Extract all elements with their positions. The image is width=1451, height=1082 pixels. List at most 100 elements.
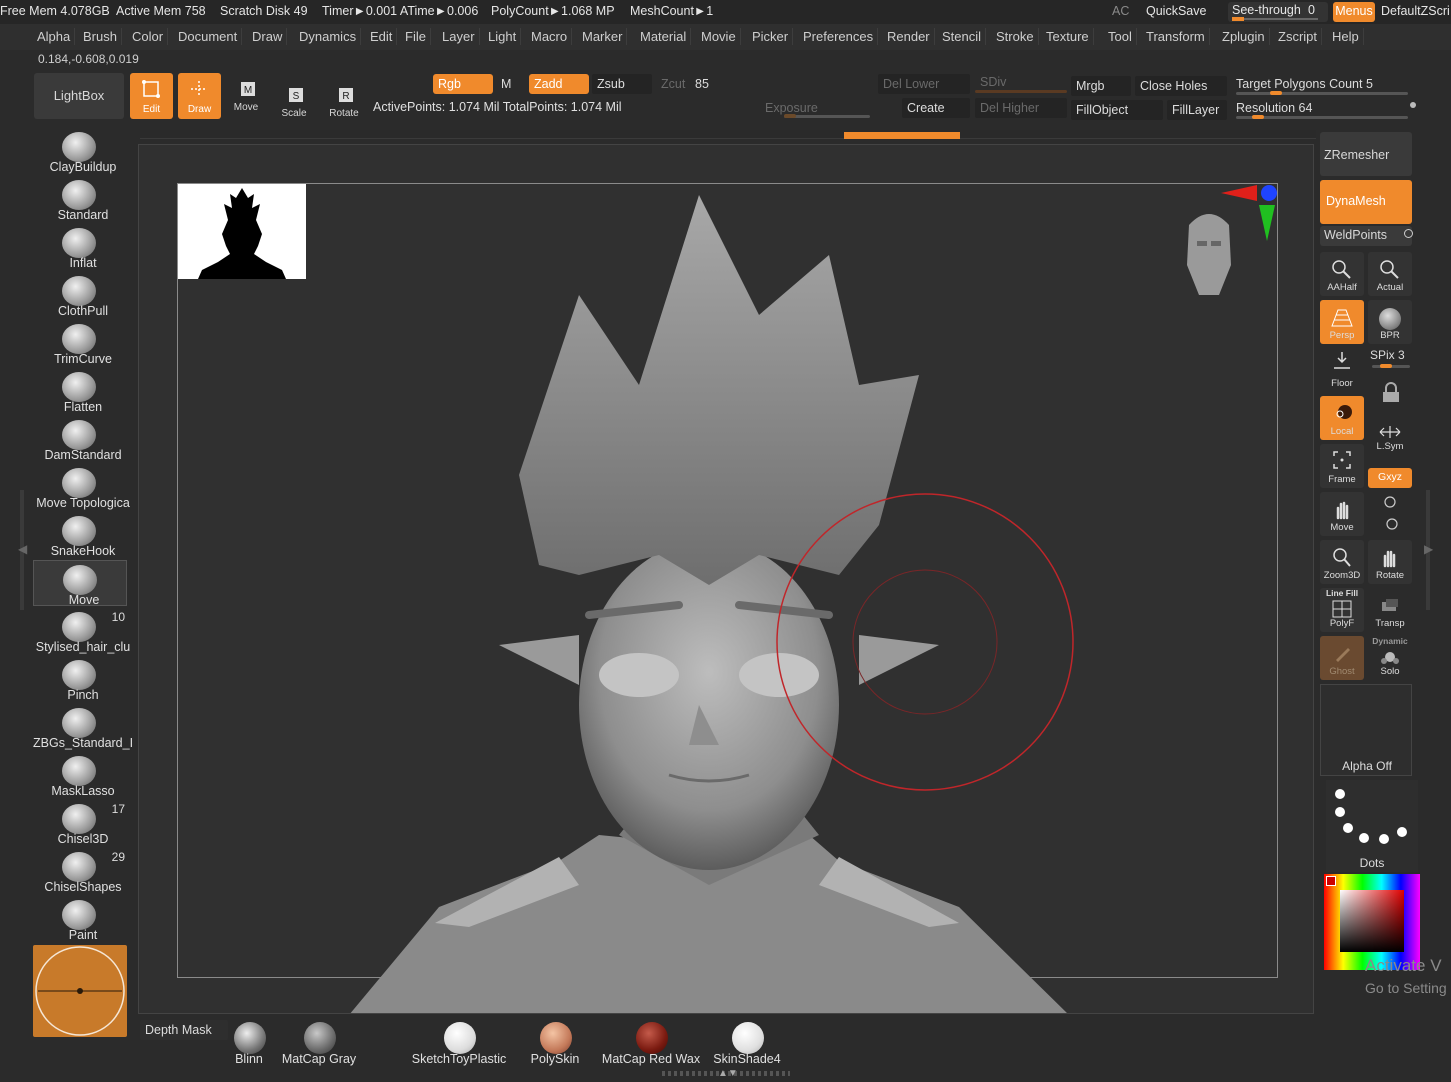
stroke-slot[interactable]: Dots <box>1326 780 1418 872</box>
brush-claybuildup[interactable]: ClayBuildup <box>33 128 127 174</box>
del-lower-button[interactable]: Del Lower <box>878 74 970 94</box>
zsub-button[interactable]: Zsub <box>592 74 652 94</box>
canvas-scroll-thumb[interactable] <box>844 132 960 139</box>
mrgb-button[interactable]: Mrgb <box>1071 76 1131 96</box>
brush-paint[interactable]: Paint <box>33 896 127 942</box>
rotate-view-button[interactable]: Rotate <box>1368 540 1412 584</box>
floor-button[interactable]: Floor <box>1320 348 1364 392</box>
del-higher-button[interactable]: Del Higher <box>975 98 1067 118</box>
menu-zscript[interactable]: Zscript <box>1274 28 1322 45</box>
menus-button[interactable]: Menus <box>1333 2 1375 22</box>
brush-move[interactable]: Move <box>33 560 127 607</box>
menu-macro[interactable]: Macro <box>527 28 573 45</box>
axis-gizmo-icon[interactable] <box>1219 181 1283 243</box>
menu-render[interactable]: Render <box>883 28 935 45</box>
xyz-button[interactable]: Gxyz <box>1368 468 1412 488</box>
ghost-button[interactable]: Ghost <box>1320 636 1364 680</box>
brush-pinch[interactable]: Pinch <box>33 656 127 702</box>
weldpoints-button[interactable]: WeldPoints <box>1320 226 1412 246</box>
brush-trimcurve[interactable]: TrimCurve <box>33 320 127 366</box>
see-through-knob[interactable] <box>1232 17 1244 21</box>
menu-file[interactable]: File <box>401 28 431 45</box>
viewport-canvas[interactable] <box>138 144 1314 1014</box>
color-swatch[interactable] <box>1326 876 1336 886</box>
persp-button[interactable]: Persp <box>1320 300 1364 344</box>
menu-alpha[interactable]: Alpha <box>33 28 76 45</box>
menu-brush[interactable]: Brush <box>79 28 122 45</box>
brush-standard[interactable]: Standard <box>33 176 127 222</box>
stroke-preview[interactable] <box>33 945 127 1037</box>
menu-tool[interactable]: Tool <box>1104 28 1137 45</box>
lock-camera-button[interactable] <box>1368 372 1412 416</box>
brush-flatten[interactable]: Flatten <box>33 368 127 414</box>
canvas-top-scroll[interactable] <box>140 130 1316 139</box>
brush-chiselshapes[interactable]: ChiselShapes 29 <box>33 848 127 894</box>
brush-move-topologica[interactable]: Move Topologica <box>33 464 130 510</box>
move-view-button[interactable]: Move <box>1320 492 1364 536</box>
target-polygons-slider[interactable]: Target Polygons Count 5 <box>1231 74 1411 94</box>
solo-button[interactable]: Dynamic Solo <box>1368 636 1412 680</box>
fill-object-button[interactable]: FillObject <box>1071 100 1163 120</box>
m-button[interactable]: M <box>496 74 524 94</box>
menu-color[interactable]: Color <box>128 28 169 45</box>
zoom3d-button[interactable]: Zoom3D <box>1320 540 1364 584</box>
zcut-button[interactable]: Zcut <box>656 74 692 94</box>
menu-light[interactable]: Light <box>484 28 522 45</box>
zremesher-button[interactable]: ZRemesher <box>1320 132 1412 176</box>
menu-zplugin[interactable]: Zplugin <box>1218 28 1270 45</box>
aahalf-button[interactable]: AAHalf <box>1320 252 1364 296</box>
brush-masklasso[interactable]: MaskLasso <box>33 752 127 798</box>
local-button[interactable]: Local <box>1320 396 1364 440</box>
menu-texture[interactable]: Texture <box>1042 28 1094 45</box>
lsym-button[interactable]: L.Sym <box>1368 420 1412 464</box>
create-button[interactable]: Create <box>902 98 970 118</box>
menu-picker[interactable]: Picker <box>748 28 794 45</box>
default-zscript-button[interactable]: DefaultZScri <box>1381 4 1450 18</box>
rotate-axis-button[interactable] <box>1368 492 1412 536</box>
menu-preferences[interactable]: Preferences <box>799 28 879 45</box>
brush-inflat[interactable]: Inflat <box>33 224 127 270</box>
color-saturation-square[interactable] <box>1340 890 1404 952</box>
menu-movie[interactable]: Movie <box>697 28 741 45</box>
menu-stroke[interactable]: Stroke <box>992 28 1039 45</box>
scale-mode-button[interactable]: S Scale <box>274 73 314 119</box>
polyf-button[interactable]: Line Fill PolyF <box>1320 588 1364 632</box>
draw-button[interactable]: Draw <box>178 73 221 119</box>
zadd-button[interactable]: Zadd <box>529 74 589 94</box>
brush-clothpull[interactable]: ClothPull <box>33 272 127 318</box>
material-matcap-red-wax[interactable]: MatCap Red Wax <box>602 1020 700 1076</box>
material-skinshade4[interactable]: SkinShade4 <box>702 1020 792 1076</box>
menu-transform[interactable]: Transform <box>1142 28 1210 45</box>
rgb-button[interactable]: Rgb <box>433 74 493 94</box>
right-collapse-icon[interactable]: ▶ <box>1424 542 1433 556</box>
resolution-knob[interactable] <box>1252 115 1264 119</box>
material-matcap-gray[interactable]: MatCap Gray <box>274 1020 364 1076</box>
target-polygons-knob[interactable] <box>1270 91 1282 95</box>
resolution-dot[interactable] <box>1410 102 1416 108</box>
see-through-slider[interactable]: See-through 0 <box>1228 2 1328 22</box>
actual-button[interactable]: Actual <box>1368 252 1412 296</box>
material-sketchtoyplastic[interactable]: SketchToyPlastic <box>412 1020 506 1076</box>
brush-snakehook[interactable]: SnakeHook <box>33 512 127 558</box>
material-polyskin[interactable]: PolySkin <box>510 1020 600 1076</box>
quicksave-button[interactable]: QuickSave <box>1146 4 1206 18</box>
fill-layer-button[interactable]: FillLayer <box>1167 100 1227 120</box>
bottom-collapse-icon[interactable]: ▲▼ <box>718 1068 738 1079</box>
menu-material[interactable]: Material <box>636 28 692 45</box>
ac-button[interactable]: AC <box>1112 4 1129 18</box>
frame-button[interactable]: Frame <box>1320 444 1364 488</box>
left-collapse-icon[interactable]: ◀ <box>18 542 27 556</box>
menu-dynamics[interactable]: Dynamics <box>295 28 362 45</box>
spix-knob[interactable] <box>1380 364 1392 368</box>
close-holes-button[interactable]: Close Holes <box>1135 76 1227 96</box>
menu-edit[interactable]: Edit <box>366 28 398 45</box>
brush-damstandard[interactable]: DamStandard <box>33 416 127 462</box>
lightbox-button[interactable]: LightBox <box>34 73 124 119</box>
menu-draw[interactable]: Draw <box>248 28 288 45</box>
move-mode-button[interactable]: M Move <box>226 73 266 119</box>
menu-layer[interactable]: Layer <box>438 28 480 45</box>
menu-stencil[interactable]: Stencil <box>938 28 987 45</box>
exposure-knob[interactable] <box>784 114 796 118</box>
sdiv-slider[interactable]: SDiv <box>975 72 1067 92</box>
bpr-button[interactable]: BPR <box>1368 300 1412 344</box>
